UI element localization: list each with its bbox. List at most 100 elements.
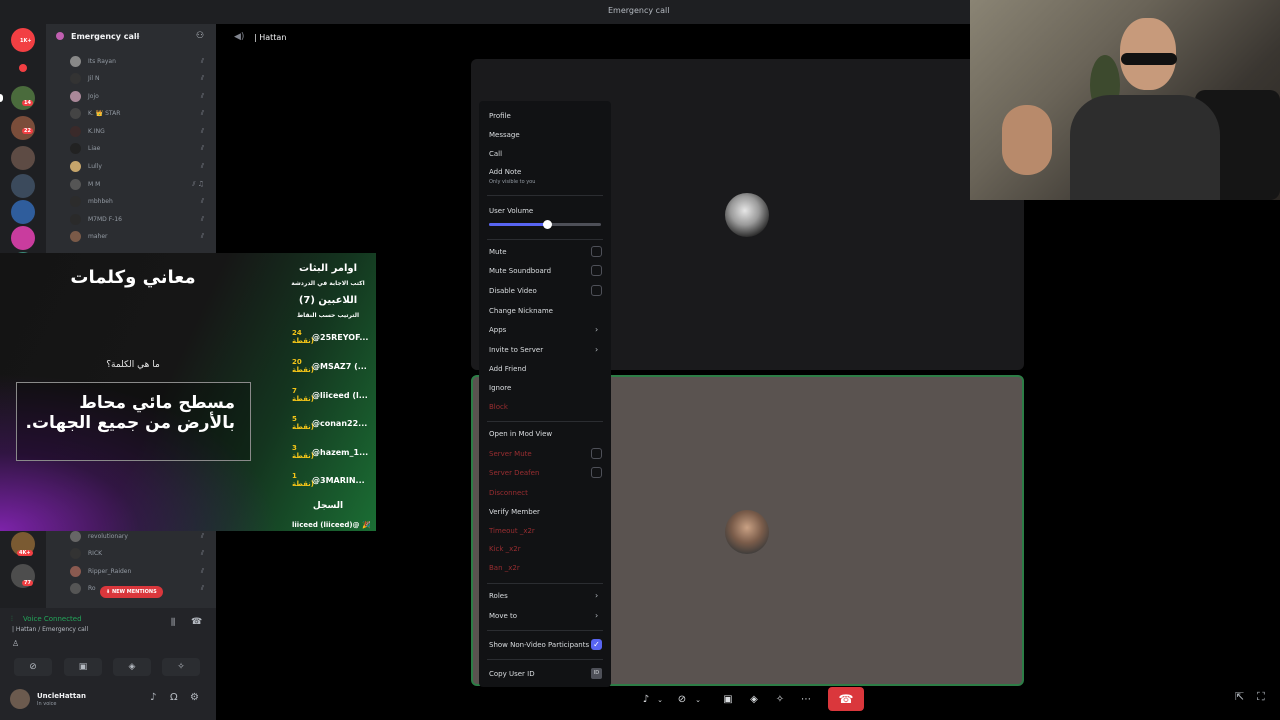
voice-user[interactable]: RICK ⫽ [70, 546, 210, 562]
screen-share-icon[interactable]: ▣ [721, 690, 735, 710]
menu-divider [487, 195, 603, 196]
server-mute-checkbox[interactable] [591, 448, 602, 459]
player-points: 7 نقطة) [292, 387, 314, 403]
voice-user[interactable]: K. 👑 STAR ⫽ [70, 106, 210, 122]
menu-item-add-friend[interactable]: Add Friend [489, 365, 526, 373]
avatar [70, 179, 81, 190]
disconnect-icon[interactable]: ☎ [191, 617, 202, 627]
disable-video-checkbox[interactable] [591, 285, 602, 296]
menu-item-copy-user-id[interactable]: Copy User ID [489, 670, 535, 678]
voice-user[interactable]: Jojo ⫽ [70, 89, 210, 105]
avatar [70, 566, 81, 577]
menu-item-roles[interactable]: Roles [489, 592, 508, 600]
popout-icon[interactable]: ⇱ [1235, 690, 1244, 703]
microphone-icon[interactable]: ♪ [639, 690, 653, 710]
activity-button[interactable]: ◈ [113, 658, 151, 676]
menu-item-timeout[interactable]: Timeout _x2r [489, 527, 535, 535]
chevron-right-icon: › [595, 325, 599, 334]
soundboard-button[interactable]: ✧ [162, 658, 200, 676]
voice-user[interactable]: Ripper_Raiden ⫽ [70, 564, 210, 580]
avatar [70, 548, 81, 559]
hang-up-icon: ☎ [838, 692, 854, 706]
server-deafen-checkbox[interactable] [591, 467, 602, 478]
player-row: 5 نقطة) @conan22... [292, 415, 376, 437]
menu-item-add-note[interactable]: Add Note [489, 168, 521, 176]
chevron-down-icon[interactable]: ⌄ [655, 690, 665, 710]
menu-item-profile[interactable]: Profile [489, 112, 511, 120]
game-title: معاني وكلمات [70, 267, 196, 288]
show-non-video-checkbox[interactable]: ✓ [591, 639, 602, 650]
soundboard-icon[interactable]: ✧ [773, 690, 787, 710]
menu-item-disconnect[interactable]: Disconnect [489, 489, 528, 497]
camera-off-button[interactable]: ⊘ [14, 658, 52, 676]
menu-item-server-deafen[interactable]: Server Deafen [489, 469, 539, 477]
voice-user[interactable]: maher ⫽ [70, 229, 210, 245]
camera-off-icon[interactable]: ⊘ [675, 690, 689, 710]
voice-user[interactable]: K.ING ⫽ [70, 124, 210, 140]
player-row: 1 نقطة) @3MARIN... [292, 472, 376, 494]
menu-item-change-nickname[interactable]: Change Nickname [489, 307, 553, 315]
server-badge: 77 [22, 580, 33, 586]
voice-status[interactable]: Voice Connected [23, 615, 82, 623]
menu-item-apps[interactable]: Apps [489, 326, 506, 334]
panel-subtitle: اكتب الاجابة في الدردشة [291, 280, 365, 287]
menu-item-move-to[interactable]: Move to [489, 612, 517, 620]
voice-location[interactable]: | Hattan / Emergency call [12, 626, 88, 633]
player-row: 24 نقطة) @25REYOF... [292, 329, 376, 351]
menu-item-open-in-mod-view[interactable]: Open in Mod View [489, 430, 552, 438]
voice-user[interactable]: Liae ⫽ [70, 141, 210, 157]
more-options-icon[interactable]: ⋯ [799, 690, 813, 710]
menu-item-ignore[interactable]: Ignore [489, 384, 511, 392]
voice-user[interactable]: revolutionary ⫽ [70, 529, 210, 545]
voice-user[interactable]: M7MD F-16 ⫽ [70, 212, 210, 228]
server-icon[interactable] [11, 226, 35, 250]
user-panel: UncleHattan In voice ♪ Ω ⚙ [0, 684, 216, 720]
voice-user[interactable]: M M ⫽ ♫ [70, 177, 210, 193]
players-subtitle: الترتيب حسب النقاط [296, 312, 360, 319]
fullscreen-icon[interactable]: ⛶ [1257, 690, 1265, 704]
server-icon[interactable] [11, 200, 35, 224]
voice-channel-header[interactable]: Emergency call [71, 32, 139, 41]
server-icon[interactable] [11, 174, 35, 198]
headphones-icon[interactable]: Ω [170, 692, 178, 703]
avatar [70, 126, 81, 137]
menu-item-disable-video[interactable]: Disable Video [489, 287, 537, 295]
avatar[interactable] [10, 689, 30, 709]
menu-item-ban[interactable]: Ban _x2r [489, 564, 520, 572]
server-badge: 14 [22, 100, 33, 106]
menu-item-server-mute[interactable]: Server Mute [489, 450, 532, 458]
username[interactable]: UncleHattan [37, 692, 86, 700]
chevron-down-icon[interactable]: ⌄ [135, 32, 141, 40]
menu-item-call[interactable]: Call [489, 150, 502, 158]
server-icon[interactable] [11, 146, 35, 170]
menu-item-block[interactable]: Block [489, 403, 508, 411]
menu-item-show-non-video[interactable]: Show Non-Video Participants [489, 641, 589, 649]
volume-knob[interactable] [543, 220, 553, 229]
menu-item-verify-member[interactable]: Verify Member [489, 508, 540, 516]
user-volume-slider[interactable] [489, 220, 601, 229]
voice-user[interactable]: Jil N ⫽ [70, 71, 210, 87]
menu-item-invite-to-server[interactable]: Invite to Server [489, 346, 543, 354]
menu-item-mute[interactable]: Mute [489, 248, 507, 256]
noise-suppression-icon[interactable]: ⫼ [171, 618, 175, 628]
screen-share-button[interactable]: ▣ [64, 658, 102, 676]
muted-mic-icon: ⫽ ♫ [192, 180, 204, 188]
disconnect-call-button[interactable]: ☎ [828, 687, 864, 711]
menu-item-kick[interactable]: Kick _x2r [489, 545, 521, 553]
gamepad-icon[interactable]: ◈ [747, 690, 761, 710]
gear-icon[interactable]: ⚙ [190, 692, 199, 703]
microphone-icon[interactable]: ♪ [150, 692, 156, 703]
add-member-icon[interactable]: ⚇ [196, 31, 204, 41]
mute-soundboard-checkbox[interactable] [591, 265, 602, 276]
menu-item-message[interactable]: Message [489, 131, 520, 139]
mute-checkbox[interactable] [591, 246, 602, 257]
new-mentions-badge[interactable]: ⬇ NEW MENTIONS [100, 586, 163, 598]
voice-user[interactable]: Lully ⫽ [70, 159, 210, 175]
voice-user[interactable]: mbhbeh ⫽ [70, 194, 210, 210]
menu-item-mute-soundboard[interactable]: Mute Soundboard [489, 267, 551, 275]
voice-user[interactable]: Its Rayan ⫽ [70, 54, 210, 70]
log-title: السجل [312, 501, 344, 511]
chevron-down-icon[interactable]: ⌄ [693, 690, 703, 710]
participant-avatar [725, 193, 769, 237]
server-icon[interactable] [11, 86, 35, 110]
